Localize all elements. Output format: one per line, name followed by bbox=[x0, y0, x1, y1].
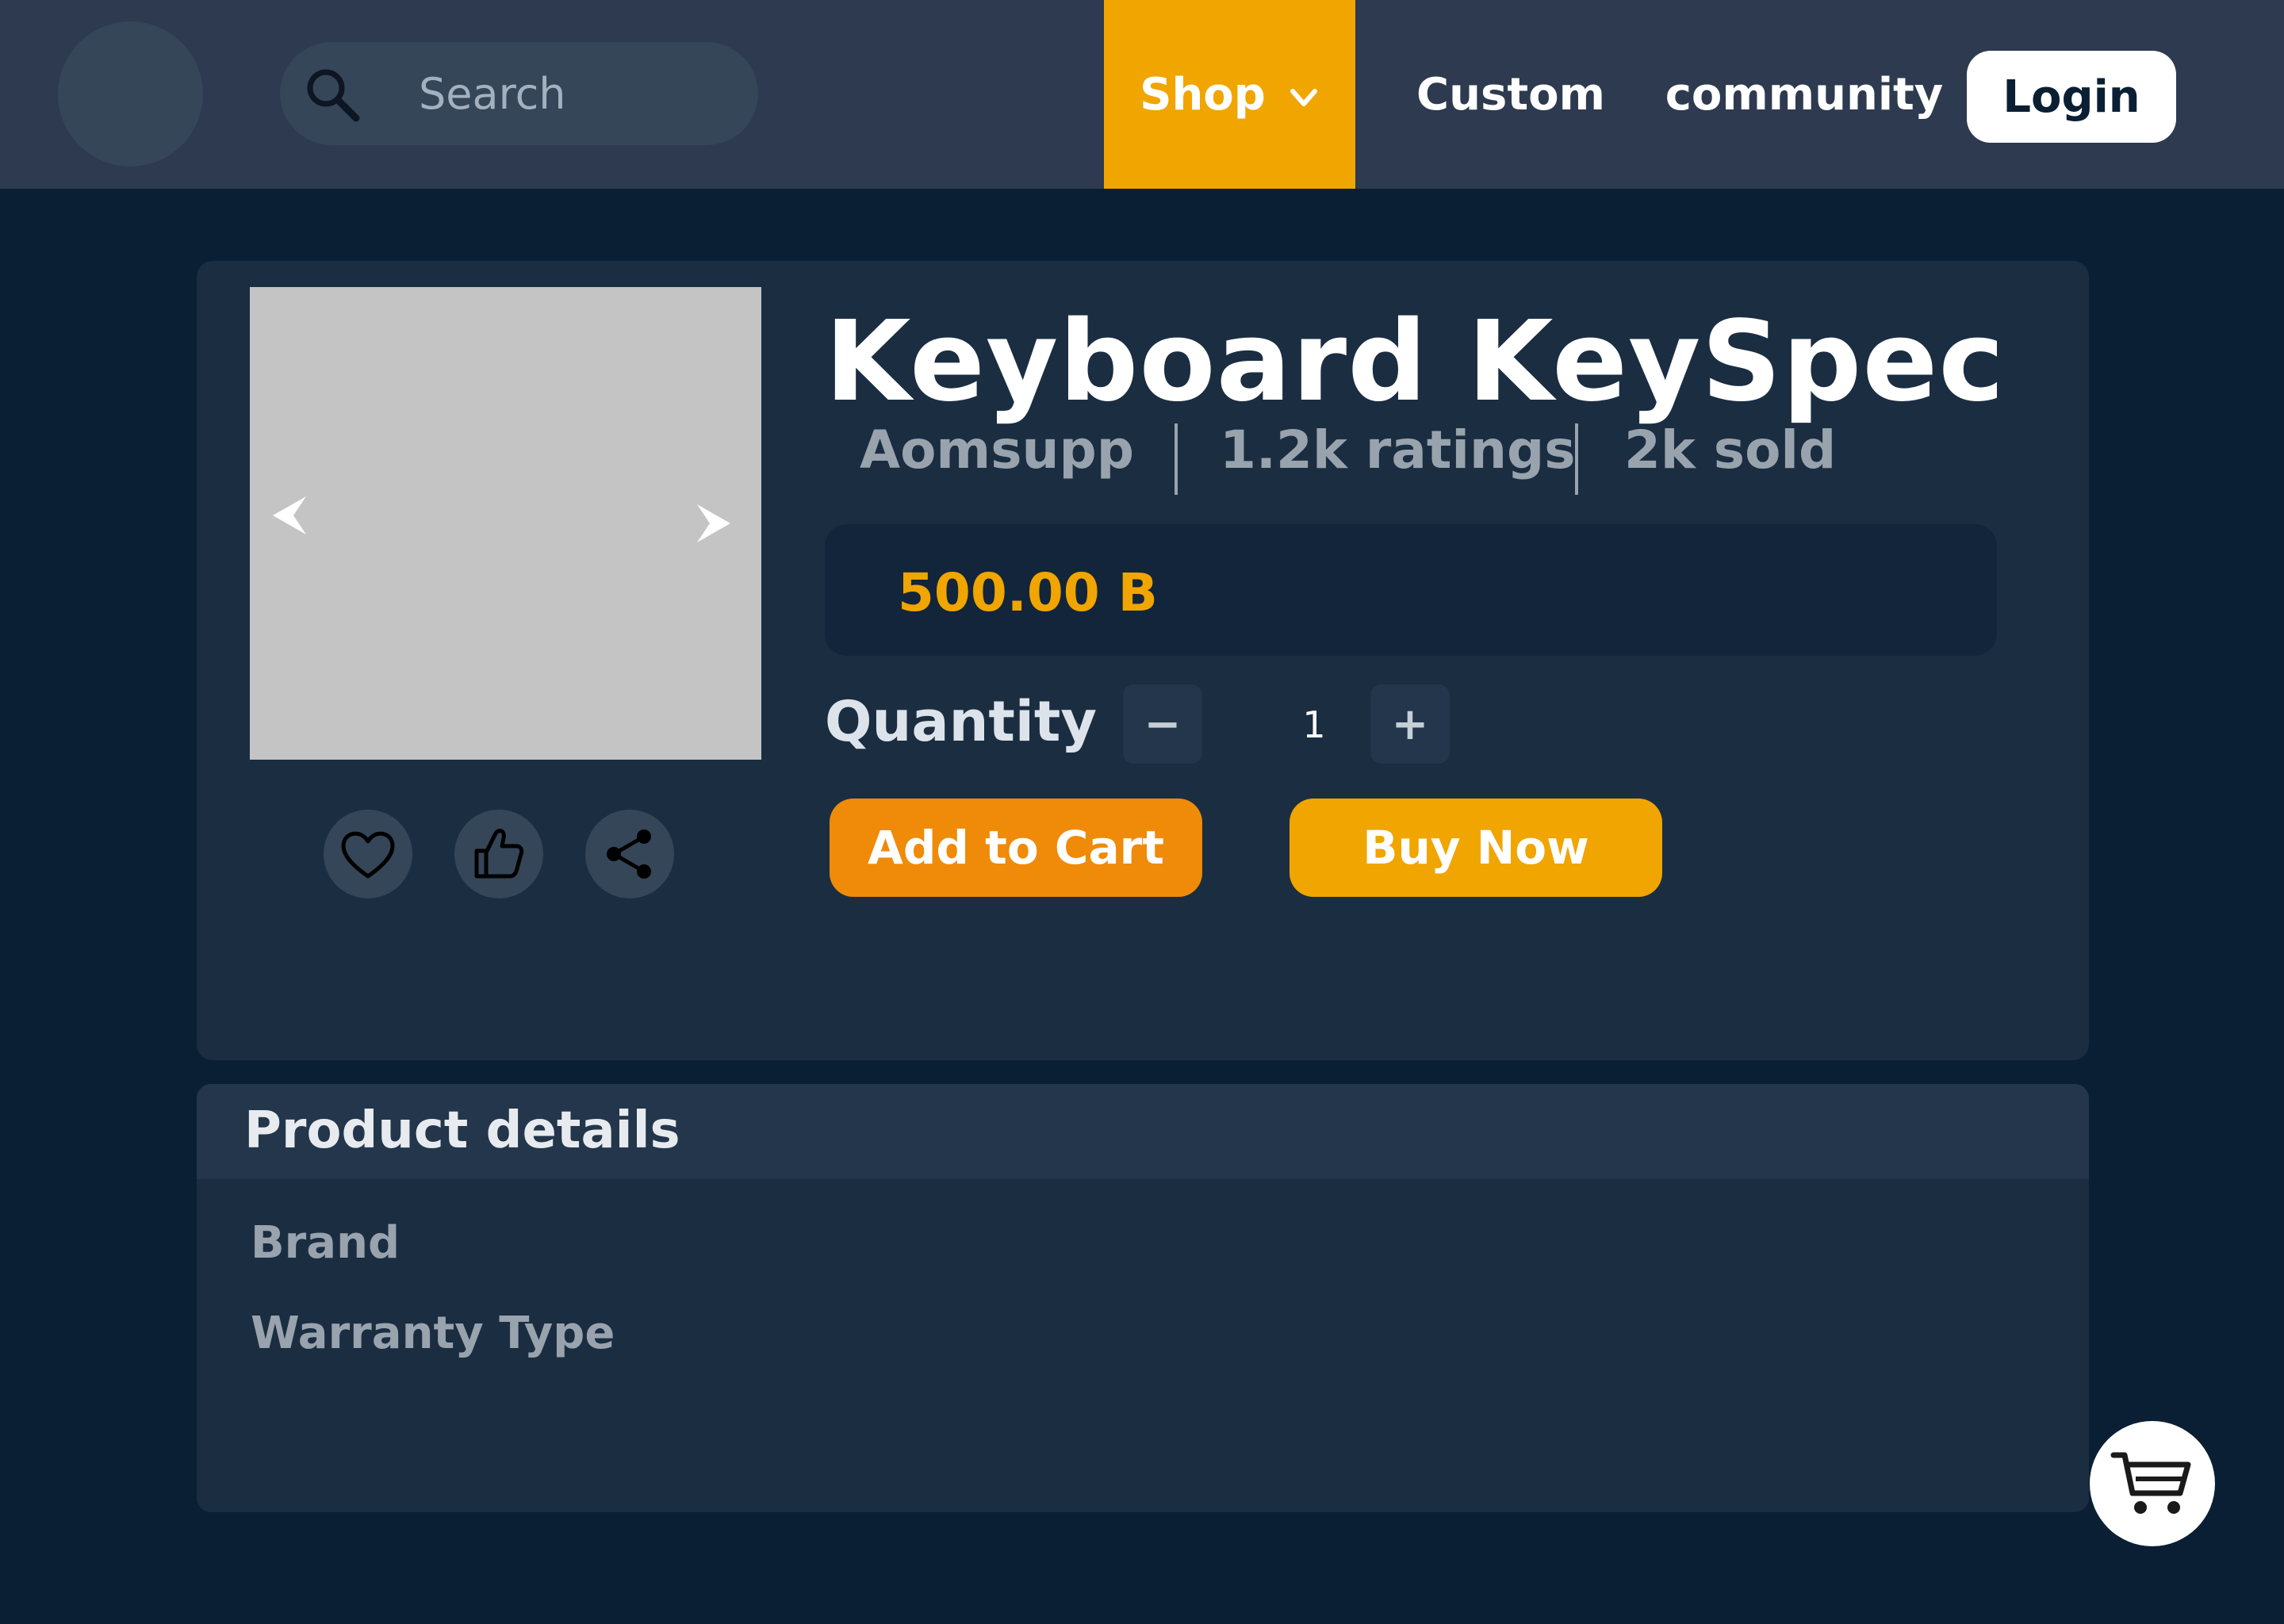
image-next-button[interactable] bbox=[682, 287, 745, 760]
nav-community[interactable]: community bbox=[1665, 0, 1944, 189]
logo[interactable] bbox=[58, 21, 203, 167]
detail-row-warranty: Warranty Type bbox=[251, 1308, 615, 1359]
buy-now-button[interactable]: Buy Now bbox=[1290, 799, 1662, 897]
product-details-card: Product details Brand Warranty Type bbox=[197, 1084, 2089, 1512]
product-image bbox=[250, 287, 761, 760]
heart-icon bbox=[341, 831, 395, 879]
product-card: Keyboard KeySpec Aomsupp 1.2k ratings 2k… bbox=[197, 261, 2089, 1060]
price: 500.00 B bbox=[898, 562, 1158, 623]
image-prev-button[interactable] bbox=[258, 279, 321, 752]
like-button[interactable] bbox=[454, 810, 543, 898]
chevron-down-icon bbox=[1290, 89, 1317, 106]
ratings-count: 1.2k ratings bbox=[1220, 419, 1576, 481]
cart-button[interactable] bbox=[2090, 1421, 2215, 1546]
favorite-button[interactable] bbox=[324, 810, 412, 898]
quantity-value[interactable]: 1 bbox=[1278, 703, 1350, 746]
search-bar[interactable] bbox=[280, 42, 758, 145]
thumbs-up-icon bbox=[474, 829, 524, 879]
quantity-decrement-button[interactable]: − bbox=[1123, 684, 1202, 764]
login-button[interactable]: Login bbox=[1967, 51, 2176, 143]
nav-shop[interactable]: Shop bbox=[1104, 0, 1355, 189]
arrow-left-icon bbox=[273, 496, 306, 534]
cart-icon bbox=[2110, 1452, 2191, 1514]
seller-name[interactable]: Aomsupp bbox=[860, 419, 1134, 481]
nav-custom-label: Custom bbox=[1416, 68, 1605, 121]
sold-count: 2k sold bbox=[1624, 419, 1837, 481]
nav-custom[interactable]: Custom bbox=[1412, 0, 1610, 189]
details-title: Product details bbox=[244, 1101, 680, 1160]
details-header: Product details bbox=[197, 1084, 2089, 1179]
price-box: 500.00 B bbox=[825, 524, 1997, 656]
product-title: Keyboard KeySpec bbox=[825, 297, 2006, 427]
quantity-label: Quantity bbox=[825, 689, 1097, 754]
detail-row-brand: Brand bbox=[251, 1217, 400, 1269]
nav-community-label: community bbox=[1665, 68, 1944, 121]
search-input[interactable] bbox=[419, 42, 736, 145]
arrow-right-icon bbox=[697, 504, 730, 542]
top-navbar: Shop Custom community Login bbox=[0, 0, 2284, 189]
share-button[interactable] bbox=[585, 810, 674, 898]
divider bbox=[1175, 423, 1178, 495]
nav-shop-label: Shop bbox=[1140, 68, 1266, 121]
add-to-cart-button[interactable]: Add to Cart bbox=[830, 799, 1202, 897]
quantity-increment-button[interactable]: + bbox=[1370, 684, 1450, 764]
divider bbox=[1575, 423, 1578, 495]
search-icon bbox=[307, 69, 360, 122]
share-icon bbox=[607, 829, 651, 879]
